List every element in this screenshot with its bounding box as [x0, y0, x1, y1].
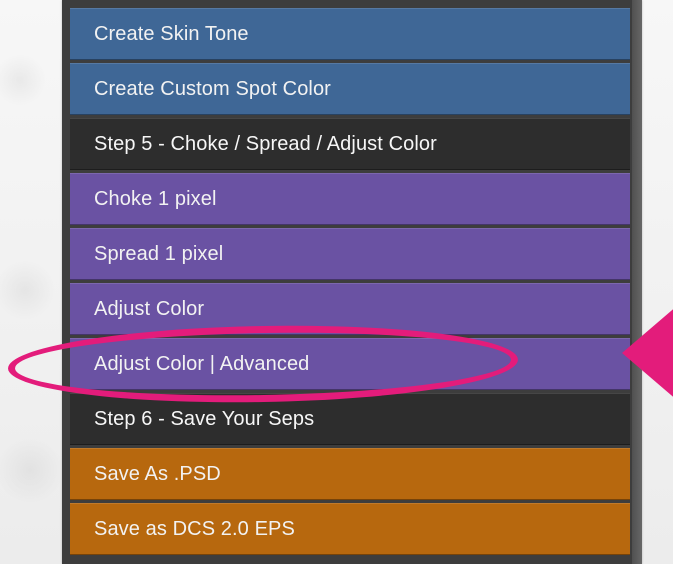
menu-item-spread-1-pixel[interactable]: Spread 1 pixel [70, 228, 630, 280]
actions-panel-inner: Create Skin Tone Create Custom Spot Colo… [70, 8, 630, 556]
actions-panel: Create Skin Tone Create Custom Spot Colo… [62, 0, 642, 564]
menu-item-label: Adjust Color [94, 297, 205, 320]
menu-item-create-custom-spot-color[interactable]: Create Custom Spot Color [70, 63, 630, 115]
menu-item-label: Spread 1 pixel [94, 242, 224, 265]
menu-item-save-as-psd[interactable]: Save As .PSD [70, 448, 630, 500]
menu-item-label: Save As .PSD [94, 462, 221, 485]
menu-item-label: Adjust Color | Advanced [94, 352, 310, 375]
actions-menu: Create Skin Tone Create Custom Spot Colo… [70, 8, 630, 555]
section-header-step-6: Step 6 - Save Your Seps [70, 393, 630, 445]
menu-item-label: Choke 1 pixel [94, 187, 217, 210]
menu-item-adjust-color-advanced[interactable]: Adjust Color | Advanced [70, 338, 630, 390]
menu-item-save-as-dcs-2-eps[interactable]: Save as DCS 2.0 EPS [70, 503, 630, 555]
menu-item-label: Create Skin Tone [94, 22, 249, 45]
menu-item-create-skin-tone[interactable]: Create Skin Tone [70, 8, 630, 60]
section-header-label: Step 6 - Save Your Seps [94, 407, 315, 430]
section-header-label: Step 5 - Choke / Spread / Adjust Color [94, 132, 437, 155]
section-header-step-5: Step 5 - Choke / Spread / Adjust Color [70, 118, 630, 170]
menu-item-label: Save as DCS 2.0 EPS [94, 517, 295, 540]
menu-item-choke-1-pixel[interactable]: Choke 1 pixel [70, 173, 630, 225]
menu-item-adjust-color[interactable]: Adjust Color [70, 283, 630, 335]
menu-item-label: Create Custom Spot Color [94, 77, 331, 100]
panel-scrollbar[interactable] [632, 0, 642, 564]
